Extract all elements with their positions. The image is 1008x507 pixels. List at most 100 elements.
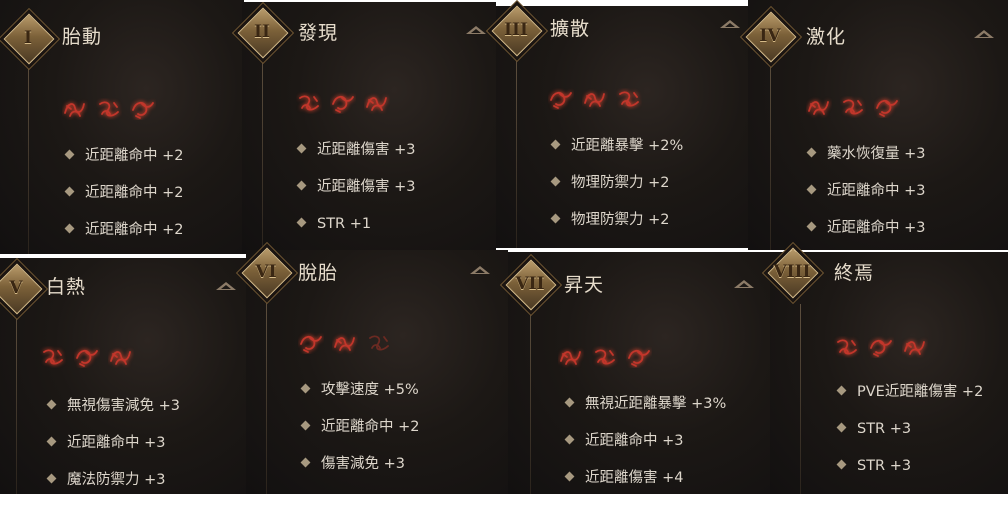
red-rune-icon xyxy=(43,349,63,365)
red-rune-icon xyxy=(870,339,892,357)
stat-list: PVE近距離傷害 +2 STR +3 STR +3 xyxy=(836,382,984,493)
red-rune-icon xyxy=(904,341,925,355)
stat-item: PVE近距離傷害 +2 xyxy=(836,382,984,419)
stat-label: 近距離命中 +2 xyxy=(85,185,184,201)
stat-label: 傷害減免 +3 xyxy=(321,456,405,472)
diamond-bullet-icon xyxy=(550,213,561,224)
stat-list: 無視傷害減免 +3 近距離命中 +3 魔法防禦力 +3 xyxy=(46,396,180,507)
chevron-up-icon[interactable] xyxy=(470,266,490,274)
stat-item: 無視近距離暴擊 +3% xyxy=(564,394,727,431)
stat-item: 近距離傷害 +3 xyxy=(296,177,416,214)
stage-title: 激化 xyxy=(806,26,847,48)
stage-numeral: IV xyxy=(759,26,781,46)
stat-item: 魔法防禦力 +3 xyxy=(46,470,180,507)
stat-label: 無視傷害減免 +3 xyxy=(67,398,180,414)
stat-label: 近距離暴擊 +2% xyxy=(571,138,684,154)
stat-item: 近距離命中 +3 xyxy=(806,181,925,218)
diamond-bullet-icon xyxy=(836,422,847,433)
tree-line xyxy=(530,304,531,494)
diamond-bullet-icon xyxy=(564,434,575,445)
chevron-up-icon[interactable] xyxy=(466,26,486,34)
red-rune-icon xyxy=(550,91,572,109)
rune-row xyxy=(558,346,652,368)
stat-label: 物理防禦力 +2 xyxy=(571,212,670,228)
stat-label: 近距離命中 +2 xyxy=(321,419,420,435)
stage-numeral: II xyxy=(254,22,270,42)
stat-label: PVE近距離傷害 +2 xyxy=(857,384,984,400)
diamond-bullet-icon xyxy=(296,143,307,154)
chevron-up-icon[interactable] xyxy=(720,20,740,28)
stat-item: 近距離傷害 +4 xyxy=(564,468,726,505)
rune-row xyxy=(62,98,156,120)
stat-item: 攻擊速度 +5% xyxy=(300,380,419,417)
tree-line xyxy=(266,302,267,494)
stat-list: 藥水恢復量 +3 近距離命中 +3 近距離命中 +3 xyxy=(806,144,926,255)
stat-item: 近距離命中 +3 xyxy=(46,433,180,470)
diamond-bullet-icon xyxy=(64,186,75,197)
stat-label: STR +3 xyxy=(857,421,912,437)
diamond-bullet-icon xyxy=(550,139,561,150)
tree-line xyxy=(516,58,517,248)
red-rune-icon xyxy=(132,101,154,119)
stat-item: STR +3 xyxy=(836,456,983,493)
diamond-bullet-icon xyxy=(296,217,307,228)
rune-row xyxy=(548,88,642,110)
stat-list: 無視近距離暴擊 +3% 近距離命中 +3 近距離傷害 +4 xyxy=(564,394,727,505)
stat-label: 物理防禦力 +2 xyxy=(571,175,670,191)
red-rune-icon xyxy=(560,351,581,365)
stat-item: 物理防禦力 +2 xyxy=(550,210,683,247)
rune-row xyxy=(806,96,900,118)
stat-label: 藥水恢復量 +3 xyxy=(827,146,926,162)
diamond-bullet-icon xyxy=(550,176,561,187)
stage-numeral: VI xyxy=(255,262,277,282)
tree-line xyxy=(28,52,29,254)
stage-title: 胎動 xyxy=(62,26,103,48)
diamond-bullet-icon xyxy=(46,473,57,484)
stat-list: 攻擊速度 +5% 近距離命中 +2 傷害減免 +3 xyxy=(300,380,420,491)
tree-line xyxy=(800,304,801,494)
stat-label: 近距離傷害 +3 xyxy=(317,142,416,158)
chevron-up-icon[interactable] xyxy=(734,280,754,288)
stat-label: 近距離傷害 +3 xyxy=(317,179,416,195)
stat-label: 無視近距離暴擊 +3% xyxy=(585,396,727,412)
stat-item: 無視傷害減免 +3 xyxy=(46,396,180,433)
red-rune-icon xyxy=(808,101,829,115)
red-rune-icon xyxy=(299,95,319,111)
stat-list: 近距離傷害 +3 近距離傷害 +3 STR +1 xyxy=(296,140,416,251)
diamond-bullet-icon xyxy=(64,223,75,234)
red-rune-icon xyxy=(76,349,98,367)
stat-label: 近距離命中 +3 xyxy=(67,435,166,451)
diamond-bullet-icon xyxy=(300,420,311,431)
stage-numeral: VIII xyxy=(773,262,811,282)
chevron-up-icon[interactable] xyxy=(974,30,994,38)
red-rune-icon xyxy=(843,99,863,115)
stat-item: STR +3 xyxy=(836,419,983,456)
stat-list: 近距離暴擊 +2% 物理防禦力 +2 物理防禦力 +2 xyxy=(550,136,684,247)
tree-line xyxy=(770,52,771,250)
stat-label: 近距離命中 +3 xyxy=(585,433,684,449)
red-rune-icon xyxy=(369,335,389,351)
diamond-bullet-icon xyxy=(564,471,575,482)
stat-item: 近距離命中 +2 xyxy=(64,183,184,220)
rune-row xyxy=(296,92,390,114)
red-rune-icon xyxy=(300,335,322,353)
diamond-bullet-icon xyxy=(300,457,311,468)
red-rune-icon xyxy=(332,95,354,113)
red-rune-icon xyxy=(876,99,898,117)
diamond-bullet-icon xyxy=(296,180,307,191)
stat-item: 近距離命中 +2 xyxy=(64,146,183,183)
chevron-up-icon[interactable] xyxy=(216,282,236,290)
diamond-bullet-icon xyxy=(64,149,75,160)
red-rune-icon xyxy=(619,91,639,107)
stat-item: STR +1 xyxy=(296,214,415,251)
red-rune-icon xyxy=(628,349,650,367)
tree-line xyxy=(262,54,263,254)
diamond-bullet-icon xyxy=(806,184,817,195)
stage-title: 發現 xyxy=(298,22,339,44)
red-rune-icon xyxy=(837,339,857,355)
diamond-bullet-icon xyxy=(836,385,847,396)
diamond-bullet-icon xyxy=(46,436,57,447)
red-rune-icon xyxy=(584,93,605,107)
stage-numeral: III xyxy=(504,20,528,40)
stage-title: 擴散 xyxy=(550,18,591,40)
